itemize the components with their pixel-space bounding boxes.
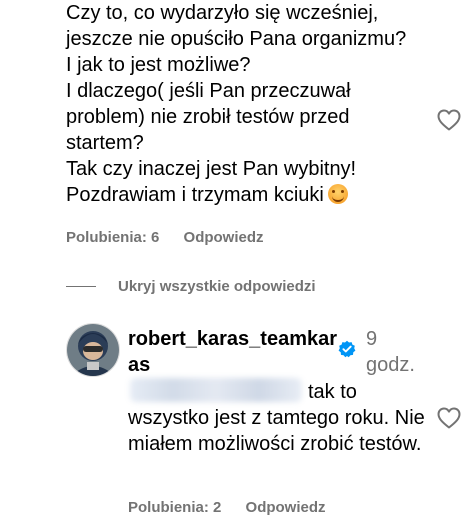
comment-line-6: startem? xyxy=(66,132,144,154)
reply-username[interactable]: robert_karas_teamkaras xyxy=(128,326,338,378)
divider-line xyxy=(66,286,96,287)
comment-text: Czy to, co wydarzyło się wcześniej, jesz… xyxy=(66,0,426,208)
comment-likes-count[interactable]: Polubienia: 6 xyxy=(66,229,159,246)
comment-meta: Polubienia: 6 Odpowiedz xyxy=(66,229,284,246)
comment-line-4: I dlaczego( jeśli Pan przeczuwał xyxy=(66,80,351,102)
comment-line-2: jeszcze nie opuściło Pana organizmu? xyxy=(66,28,407,50)
hide-replies-label: Ukryj wszystkie odpowiedzi xyxy=(118,278,316,295)
reply-meta: Polubienia: 2 Odpowiedz xyxy=(128,499,346,516)
reply-likes-count[interactable]: Polubienia: 2 xyxy=(128,499,221,516)
smiling-face-icon xyxy=(327,184,348,204)
reply-reply-button[interactable]: Odpowiedz xyxy=(246,499,326,516)
comment-line-7: Tak czy inaczej jest Pan wybitny! xyxy=(66,158,357,180)
comment-line-5: problem) nie zrobił testów przed xyxy=(66,106,350,128)
reply-text-rest: wszystko jest z tamtego roku. Nie miałem… xyxy=(128,407,425,455)
comment-line-1: Czy to, co wydarzyło się wcześniej, xyxy=(66,2,379,24)
avatar[interactable] xyxy=(66,323,120,377)
avatar-image xyxy=(67,324,119,376)
reply-timestamp: 9 godz. xyxy=(366,328,415,376)
comment-line-8: Pozdrawiam i trzymam kciuki xyxy=(66,184,324,206)
reply-text: tak to wszystko jest z tamtego roku. Nie… xyxy=(128,379,428,457)
reply-like-heart-icon[interactable] xyxy=(437,407,461,429)
comment-line-3: I jak to jest możliwe? xyxy=(66,54,251,76)
comment-reply-button[interactable]: Odpowiedz xyxy=(184,229,264,246)
reply-text-line1: tak to xyxy=(308,381,357,403)
hide-replies-button[interactable]: Ukryj wszystkie odpowiedzi xyxy=(66,278,316,295)
like-heart-icon[interactable] xyxy=(437,109,461,131)
verified-badge-icon xyxy=(338,340,356,358)
